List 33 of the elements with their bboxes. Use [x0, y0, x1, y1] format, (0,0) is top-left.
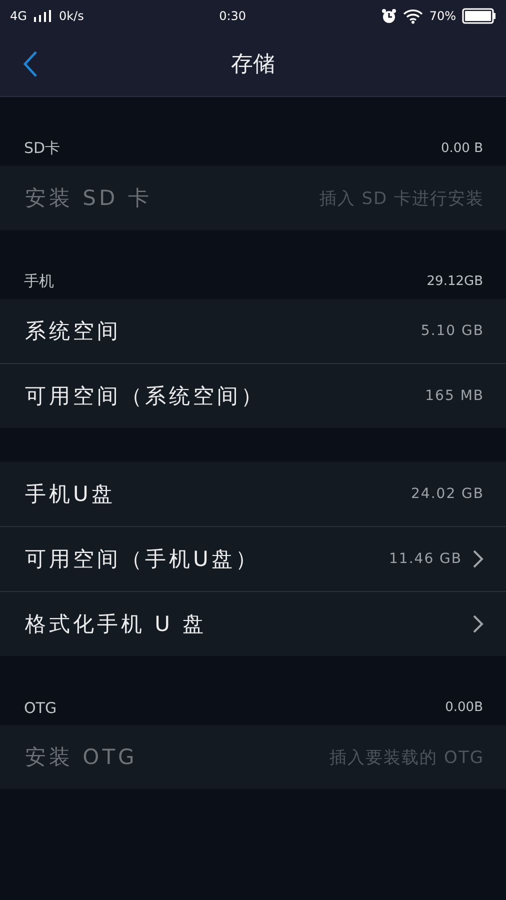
network-type: 4G	[10, 9, 27, 23]
settings-row[interactable]: 手机U盘 24.02 GB	[0, 462, 506, 526]
section-header: OTG	[24, 698, 57, 716]
battery-level: 70%	[429, 9, 456, 23]
settings-row[interactable]: 格式化手机 U 盘	[0, 591, 506, 656]
row-value: 165 MB	[425, 388, 484, 404]
row-label: 系统空间	[25, 318, 122, 345]
row-value: 24.02 GB	[411, 486, 484, 502]
network-speed: 0k/s	[58, 9, 84, 23]
row-label: 手机U盘	[25, 481, 116, 508]
wifi-icon	[403, 8, 424, 24]
row-value: 11.46 GB	[389, 551, 462, 567]
section-header: 手机	[24, 272, 54, 291]
signal-icon	[32, 9, 53, 23]
row-label: 安装 OTG	[25, 744, 138, 771]
row-label: 安装 SD 卡	[25, 185, 153, 212]
row-value: 插入要装载的 OTG	[330, 746, 484, 768]
section-header: SD卡	[24, 139, 60, 158]
section-size: 29.12GB	[426, 274, 483, 289]
row-value: 插入 SD 卡进行安装	[319, 188, 484, 210]
section-size: 0.00 B	[441, 141, 483, 156]
row-label: 可用空间（手机U盘）	[25, 546, 260, 573]
row-value: 5.10 GB	[420, 323, 484, 339]
alarm-icon	[381, 8, 398, 24]
settings-row[interactable]: 可用空间（系统空间） 165 MB	[0, 363, 506, 428]
clock: 0:30	[219, 9, 246, 23]
section-size: 0.00B	[445, 700, 483, 715]
row-label: 可用空间（系统空间）	[25, 383, 266, 410]
row-label: 格式化手机 U 盘	[25, 611, 208, 638]
page-title: 存储	[231, 51, 275, 79]
battery-icon	[462, 8, 496, 24]
settings-row[interactable]: 可用空间（手机U盘） 11.46 GB	[0, 526, 506, 591]
settings-row[interactable]: 系统空间 5.10 GB	[0, 299, 506, 363]
